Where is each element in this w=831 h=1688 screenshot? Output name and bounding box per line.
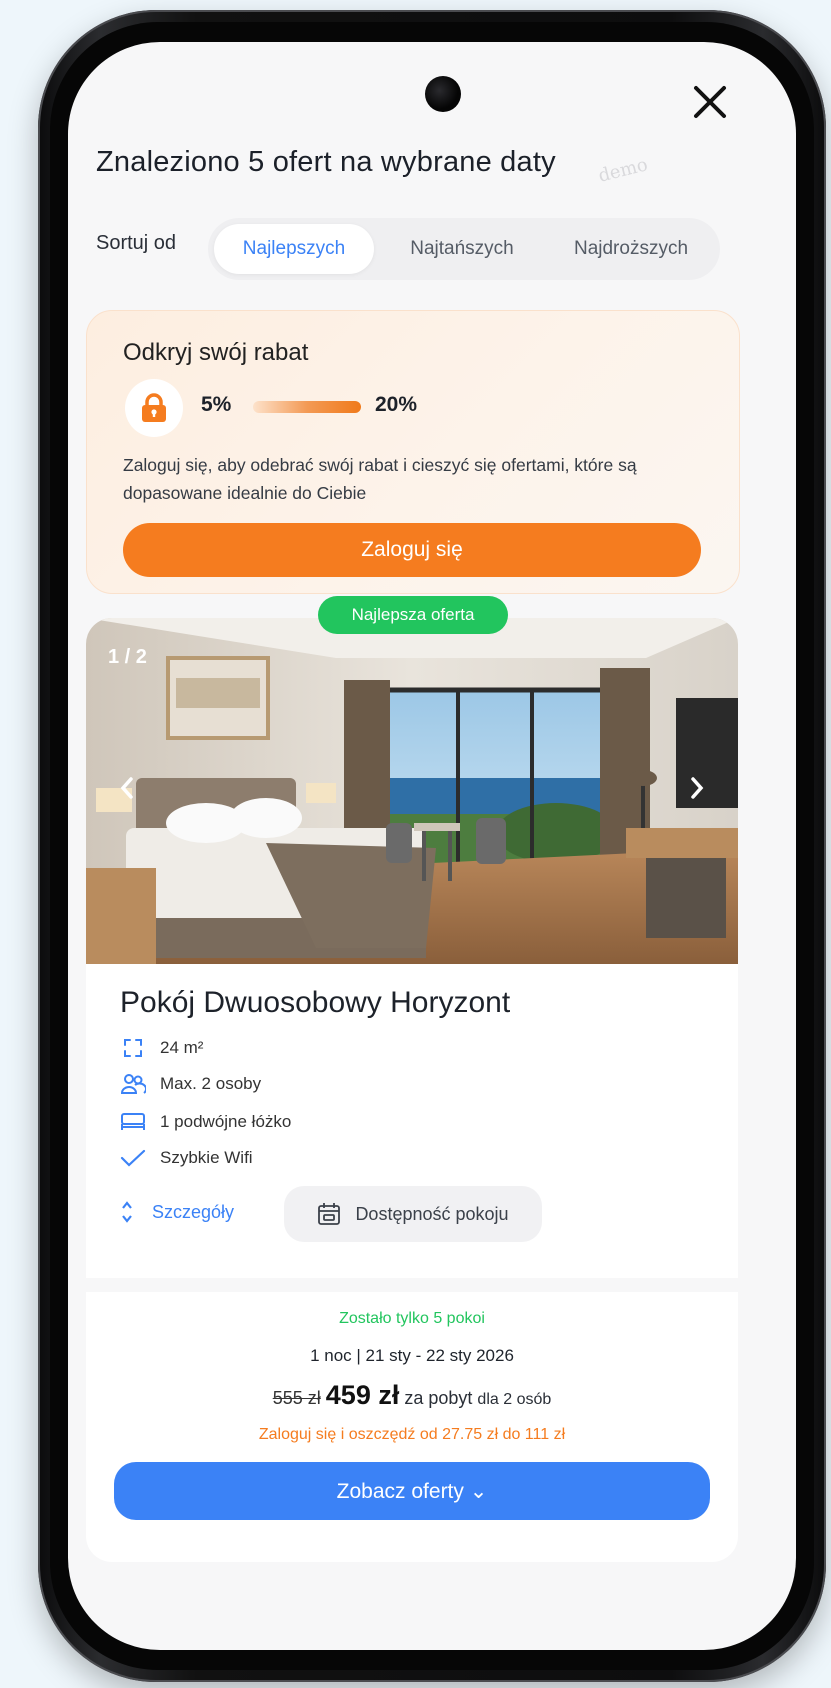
feature-guests: Max. 2 osoby — [120, 1072, 261, 1096]
sort-tabs: Najlepszych Najtańszych Najdroższych — [208, 218, 720, 280]
login-saving-text[interactable]: Zaloguj się i oszczędź od 27.75 zł do 11… — [86, 1426, 738, 1444]
see-offers-button[interactable]: Zobacz oferty ⌄ — [114, 1462, 710, 1520]
lock-icon — [125, 379, 183, 437]
promo-title: Odkryj swój rabat — [123, 339, 309, 366]
expand-icon — [122, 1201, 132, 1223]
feature-text: 24 m² — [160, 1038, 204, 1057]
chevron-left-icon — [120, 777, 133, 799]
people-icon — [120, 1072, 146, 1096]
price-suffix: za pobyt — [404, 1388, 473, 1408]
details-toggle[interactable]: Szczegóły — [120, 1200, 234, 1224]
feature-wifi: Szybkie Wifi — [120, 1146, 253, 1170]
promo-text: Zaloguj się, aby odebrać swój rabat i ci… — [123, 455, 637, 503]
price-section: Zostało tylko 5 pokoi 1 noc | 21 sty - 2… — [86, 1292, 738, 1562]
availability-label: Dostępność pokoju — [355, 1203, 509, 1224]
chevron-right-icon — [691, 777, 704, 799]
new-price: 459 zł — [325, 1380, 400, 1410]
sort-tab-best[interactable]: Najlepszych — [214, 224, 374, 274]
calendar-icon — [318, 1203, 341, 1225]
sort-label: Sortuj od — [96, 232, 177, 254]
next-image-button[interactable] — [682, 768, 712, 808]
discount-progress-bar — [253, 401, 361, 413]
guests-info: dla 2 osób — [477, 1391, 552, 1408]
details-label: Szczegóły — [152, 1201, 235, 1222]
room-details: Pokój Dwuosobowy Horyzont 24 m² Max. 2 o… — [86, 964, 738, 1278]
stay-dates: 1 noc | 21 sty - 22 sty 2026 — [310, 1346, 514, 1365]
room-photo: 1 / 2 — [86, 618, 738, 964]
login-button[interactable]: Zaloguj się — [123, 523, 701, 577]
feature-text: 1 podwójne łóżko — [160, 1112, 292, 1131]
discount-promo-card: Odkryj swój rabat 5% 20% Zaloguj się, ab… — [86, 310, 740, 594]
price-line: 555 zł 459 zł za pobyt dla 2 osób — [86, 1380, 738, 1411]
screen: demo Znaleziono 5 ofert na wybrane daty … — [68, 42, 796, 1650]
sort-tab-cheapest[interactable]: Najtańszych — [382, 224, 542, 274]
sort-tab-most-expensive[interactable]: Najdroższych — [548, 224, 714, 274]
phone-frame: demo Znaleziono 5 ofert na wybrane daty … — [38, 10, 826, 1682]
min-discount: 5% — [201, 393, 232, 416]
bed-icon — [120, 1110, 146, 1134]
room-photo-illustration — [86, 618, 738, 964]
max-discount: 20% — [375, 393, 418, 416]
feature-text: Max. 2 osoby — [160, 1074, 262, 1093]
image-counter: 1 / 2 — [108, 646, 147, 668]
demo-watermark: demo — [596, 154, 650, 187]
front-camera — [425, 76, 461, 112]
page-title: Znaleziono 5 ofert na wybrane daty — [96, 146, 556, 178]
best-offer-badge: Najlepsza oferta — [318, 596, 508, 634]
offer-card: Najlepsza oferta 1 / 2 Pokój Dwuosobowy … — [86, 596, 738, 1628]
room-name: Pokój Dwuosobowy Horyzont — [120, 986, 511, 1019]
rooms-left-text: Zostało tylko 5 pokoi — [339, 1310, 485, 1327]
feature-area: 24 m² — [120, 1036, 203, 1060]
old-price: 555 zł — [272, 1388, 321, 1408]
availability-button[interactable]: Dostępność pokoju — [284, 1186, 542, 1242]
check-icon — [120, 1146, 146, 1170]
feature-bed: 1 podwójne łóżko — [120, 1110, 291, 1134]
feature-text: Szybkie Wifi — [160, 1148, 253, 1167]
prev-image-button[interactable] — [112, 768, 142, 808]
close-icon[interactable] — [688, 80, 732, 124]
area-icon — [120, 1036, 146, 1060]
